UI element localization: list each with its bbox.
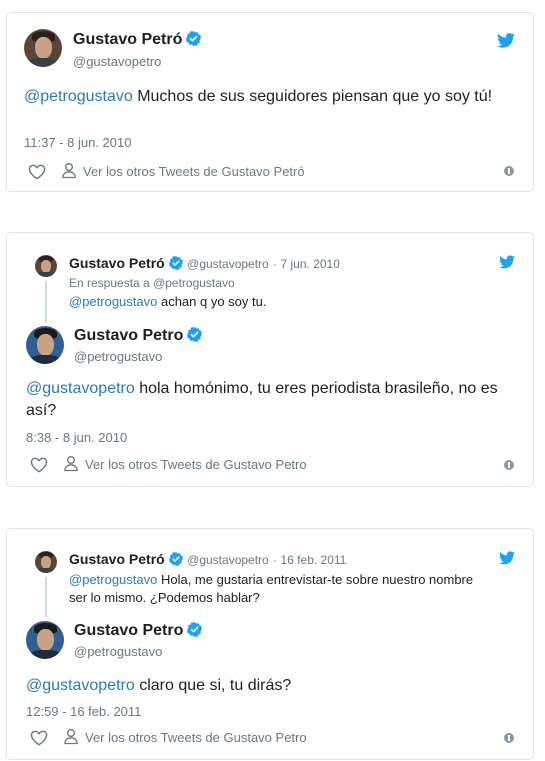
timestamp-link[interactable]: 8:38 - 8 jun. 2010 — [26, 430, 127, 445]
twitter-bird-icon[interactable] — [497, 33, 515, 48]
tweet-text: @gustavopetro claro que si, tu dirás? — [26, 677, 292, 694]
avatar[interactable] — [35, 255, 57, 277]
verified-badge-icon — [186, 31, 201, 46]
tweet-text: @petrogustavo Muchos de sus seguidores p… — [24, 88, 493, 105]
tweet-text: @gustavopetro hola homónimo, tu eres per… — [26, 380, 498, 419]
author-handle[interactable]: @gustavopetro — [73, 54, 161, 69]
tweet-card[interactable]: Gustavo Petró @gustavopetro @petrogustav… — [6, 12, 534, 192]
mention-link[interactable]: @petrogustavo — [69, 572, 157, 587]
timestamp-link[interactable]: 12:59 - 16 feb. 2011 — [26, 704, 141, 719]
author-line: Gustavo Petro — [74, 327, 202, 345]
twitter-bird-icon[interactable] — [499, 255, 515, 269]
verified-badge-icon — [169, 552, 183, 566]
avatar[interactable] — [24, 29, 62, 67]
author-name[interactable]: Gustavo Petró — [69, 255, 165, 271]
more-tweets-link[interactable]: Ver los otros Tweets de Gustavo Petro — [85, 457, 307, 472]
parent-tweet-text: @petrogustavo achan q yo soy tu. — [69, 294, 267, 309]
author-name[interactable]: Gustavo Petró — [73, 31, 182, 48]
timestamp-link[interactable]: 11:37 - 8 jun. 2010 — [24, 135, 131, 150]
avatar[interactable] — [26, 326, 64, 364]
avatar[interactable] — [26, 621, 64, 659]
reply-context: En respuesta a @petrogustavo — [69, 276, 235, 290]
author-name[interactable]: Gustavo Petró — [69, 551, 165, 567]
verified-badge-icon — [187, 622, 202, 637]
mention-link[interactable]: @gustavopetro — [26, 380, 135, 397]
author-line: Gustavo Petro — [74, 622, 202, 640]
heart-icon[interactable] — [30, 730, 48, 746]
avatar[interactable] — [35, 551, 57, 573]
thread-line — [45, 281, 47, 323]
more-tweets-link[interactable]: Ver los otros Tweets de Gustavo Petró — [83, 164, 305, 179]
heart-icon[interactable] — [30, 457, 48, 473]
info-icon[interactable] — [504, 733, 514, 743]
user-icon — [64, 455, 78, 472]
verified-badge-icon — [187, 327, 202, 342]
tweet-card[interactable]: Gustavo Petró @gustavopetro · 7 jun. 201… — [6, 232, 534, 487]
author-handle[interactable]: @petrogustavo — [74, 644, 162, 659]
parent-tweet-text: @petrogustavo Hola, me gustaria entrevis… — [69, 572, 474, 605]
user-icon — [62, 162, 76, 179]
parent-author-line: Gustavo Petró @gustavopetro · 16 feb. 20… — [69, 551, 346, 569]
user-icon — [64, 728, 78, 745]
author-name[interactable]: Gustavo Petro — [74, 622, 183, 639]
author-handle[interactable]: @petrogustavo — [74, 349, 162, 364]
thread-line — [45, 577, 47, 617]
mention-link[interactable]: @petrogustavo — [24, 88, 133, 105]
mention-link[interactable]: @gustavopetro — [26, 677, 135, 694]
parent-author-line: Gustavo Petró @gustavopetro · 7 jun. 201… — [69, 255, 340, 273]
tweet-date[interactable]: · 7 jun. 2010 — [273, 257, 340, 271]
tweet-date[interactable]: · 16 feb. 2011 — [273, 553, 346, 567]
mention-link[interactable]: @petrogustavo — [69, 294, 157, 309]
author-name[interactable]: Gustavo Petro — [74, 327, 183, 344]
author-handle[interactable]: @gustavopetro — [187, 257, 269, 271]
author-handle[interactable]: @gustavopetro — [187, 553, 269, 567]
more-tweets-link[interactable]: Ver los otros Tweets de Gustavo Petro — [85, 730, 307, 745]
info-icon[interactable] — [504, 460, 514, 470]
info-icon[interactable] — [504, 166, 514, 176]
author-line: Gustavo Petró — [73, 31, 201, 49]
heart-icon[interactable] — [28, 164, 46, 180]
verified-badge-icon — [169, 256, 183, 270]
tweet-card[interactable]: Gustavo Petró @gustavopetro · 16 feb. 20… — [6, 528, 534, 760]
twitter-bird-icon[interactable] — [499, 551, 515, 565]
